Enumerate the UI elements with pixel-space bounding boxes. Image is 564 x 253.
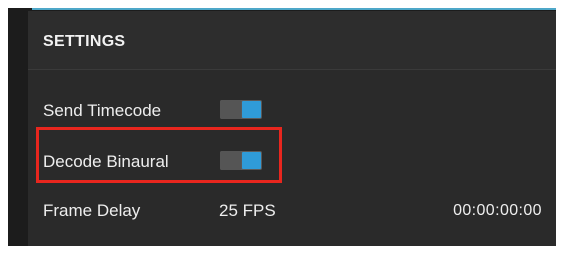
settings-window: SETTINGS Send Timecode Decode Binaural F…	[8, 8, 556, 246]
send-timecode-toggle[interactable]	[220, 100, 262, 119]
toggle-track	[220, 100, 241, 119]
settings-title: SETTINGS	[43, 33, 126, 50]
decode-binaural-toggle[interactable]	[220, 151, 262, 170]
settings-panel: SETTINGS Send Timecode Decode Binaural F…	[28, 11, 556, 246]
toggle-knob	[242, 152, 261, 169]
frame-delay-label: Frame Delay	[43, 201, 141, 220]
settings-header: SETTINGS	[28, 11, 556, 70]
frame-delay-fps-value[interactable]: 25 FPS	[219, 201, 276, 221]
decode-binaural-label: Decode Binaural	[43, 152, 169, 171]
top-accent-line	[32, 8, 556, 10]
frame-delay-timecode: 00:00:00:00	[453, 202, 542, 219]
toggle-knob	[242, 101, 261, 118]
toggle-track	[220, 151, 241, 170]
send-timecode-label: Send Timecode	[43, 101, 162, 120]
